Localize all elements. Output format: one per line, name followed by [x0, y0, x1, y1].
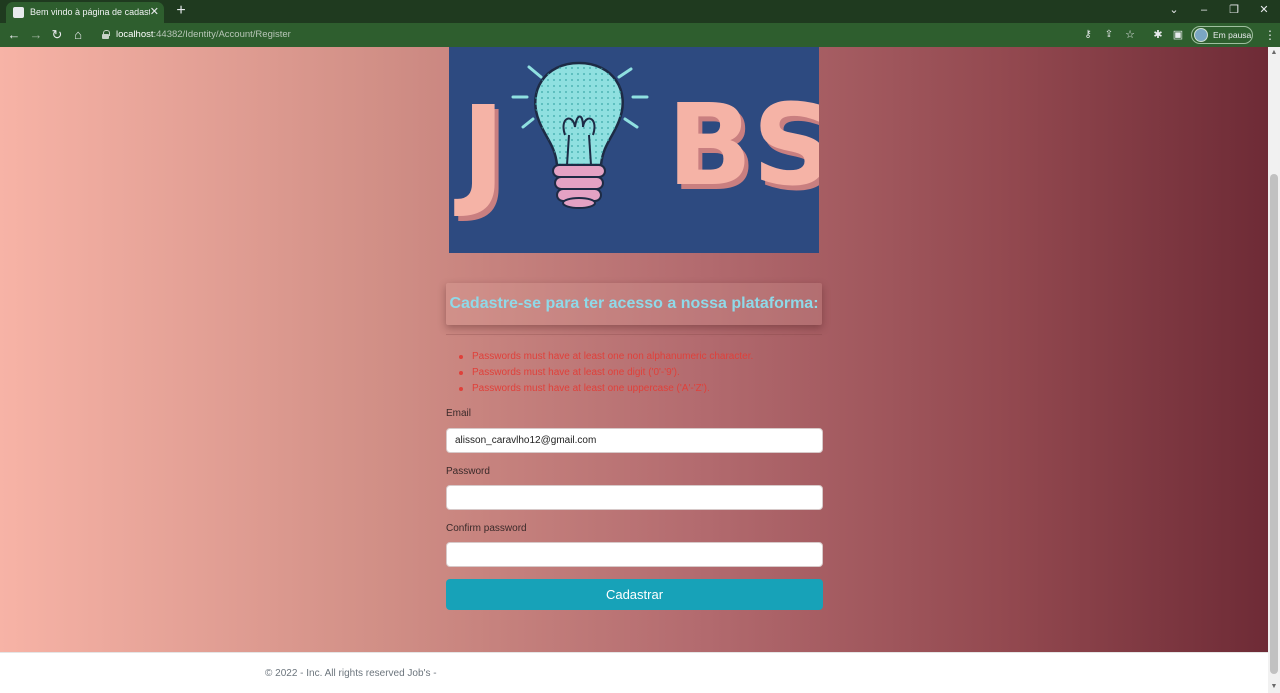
footer: © 2022 - Inc. All rights reserved Job's … [0, 652, 1268, 693]
logo-letters-bs: BS [667, 81, 819, 211]
scroll-up-icon[interactable]: ▲ [1268, 47, 1280, 59]
avatar [1194, 28, 1208, 42]
divider [446, 334, 822, 335]
scroll-down-icon[interactable]: ▼ [1268, 681, 1280, 693]
bullet-icon [459, 387, 463, 391]
menu-icon[interactable]: ⋮ [1262, 27, 1278, 43]
share-icon[interactable]: ⇪ [1101, 27, 1117, 43]
close-window-button[interactable]: ✕ [1256, 3, 1272, 17]
validation-error: Passwords must have at least one non alp… [459, 349, 753, 365]
heading-card: Cadastre-se para ter acesso a nossa plat… [446, 283, 822, 325]
side-panel-icon[interactable]: ▣ [1170, 27, 1186, 43]
browser-tab-strip: Bem vindo à página de cadastro! ✕ + ⌄ – … [0, 0, 1280, 23]
profile-label: Em pausa [1213, 30, 1252, 40]
lock-icon [102, 30, 110, 39]
key-icon[interactable]: ⚷ [1080, 27, 1096, 43]
page-icon [13, 7, 24, 18]
bullet-icon [459, 355, 463, 359]
url-text: localhost:44382/Identity/Account/Registe… [116, 29, 291, 40]
validation-summary: Passwords must have at least one non alp… [459, 349, 753, 397]
validation-error: Passwords must have at least one digit (… [459, 365, 753, 381]
page-title: Cadastre-se para ter acesso a nossa plat… [449, 295, 819, 312]
tab-search-icon[interactable]: ⌄ [1166, 3, 1182, 17]
jobs-logo: J J BS BS [449, 47, 819, 253]
register-button[interactable]: Cadastrar [446, 579, 823, 610]
restore-button[interactable]: ❐ [1226, 3, 1242, 17]
password-label: Password [446, 466, 490, 477]
close-icon[interactable]: ✕ [150, 2, 159, 23]
minimize-button[interactable]: – [1196, 3, 1212, 17]
vertical-scrollbar[interactable]: ▲ ▼ [1268, 47, 1280, 693]
password-field[interactable] [446, 485, 823, 510]
extensions-icon[interactable]: ✱ [1150, 27, 1166, 43]
new-tab-button[interactable]: + [172, 2, 190, 20]
scrollbar-thumb[interactable] [1270, 174, 1278, 674]
star-icon[interactable]: ☆ [1122, 27, 1138, 43]
page-viewport: J J BS BS Cadastre-se para ter acesso a … [0, 47, 1268, 693]
validation-error: Passwords must have at least one upperca… [459, 381, 753, 397]
browser-tab[interactable]: Bem vindo à página de cadastro! ✕ [6, 2, 164, 23]
confirm-password-label: Confirm password [446, 523, 527, 534]
address-bar[interactable]: localhost:44382/Identity/Account/Registe… [94, 26, 1146, 44]
back-button[interactable]: ← [6, 27, 22, 43]
copyright-text: © 2022 - Inc. All rights reserved Job's … [265, 668, 437, 679]
confirm-password-field[interactable] [446, 542, 823, 567]
home-button[interactable]: ⌂ [70, 27, 86, 43]
reload-button[interactable]: ↻ [49, 27, 65, 43]
forward-button[interactable]: → [28, 27, 44, 43]
browser-toolbar: ← → ↻ ⌂ localhost:44382/Identity/Account… [0, 23, 1280, 47]
lightbulb-icon [511, 61, 649, 209]
email-field[interactable] [446, 428, 823, 453]
logo-letter-j: J [454, 82, 506, 221]
tab-title: Bem vindo à página de cadastro! [30, 7, 150, 17]
profile-button[interactable]: Em pausa [1191, 26, 1253, 44]
bullet-icon [459, 371, 463, 375]
email-label: Email [446, 408, 472, 419]
register-section: J J BS BS Cadastre-se para ter acesso a … [0, 47, 1268, 652]
